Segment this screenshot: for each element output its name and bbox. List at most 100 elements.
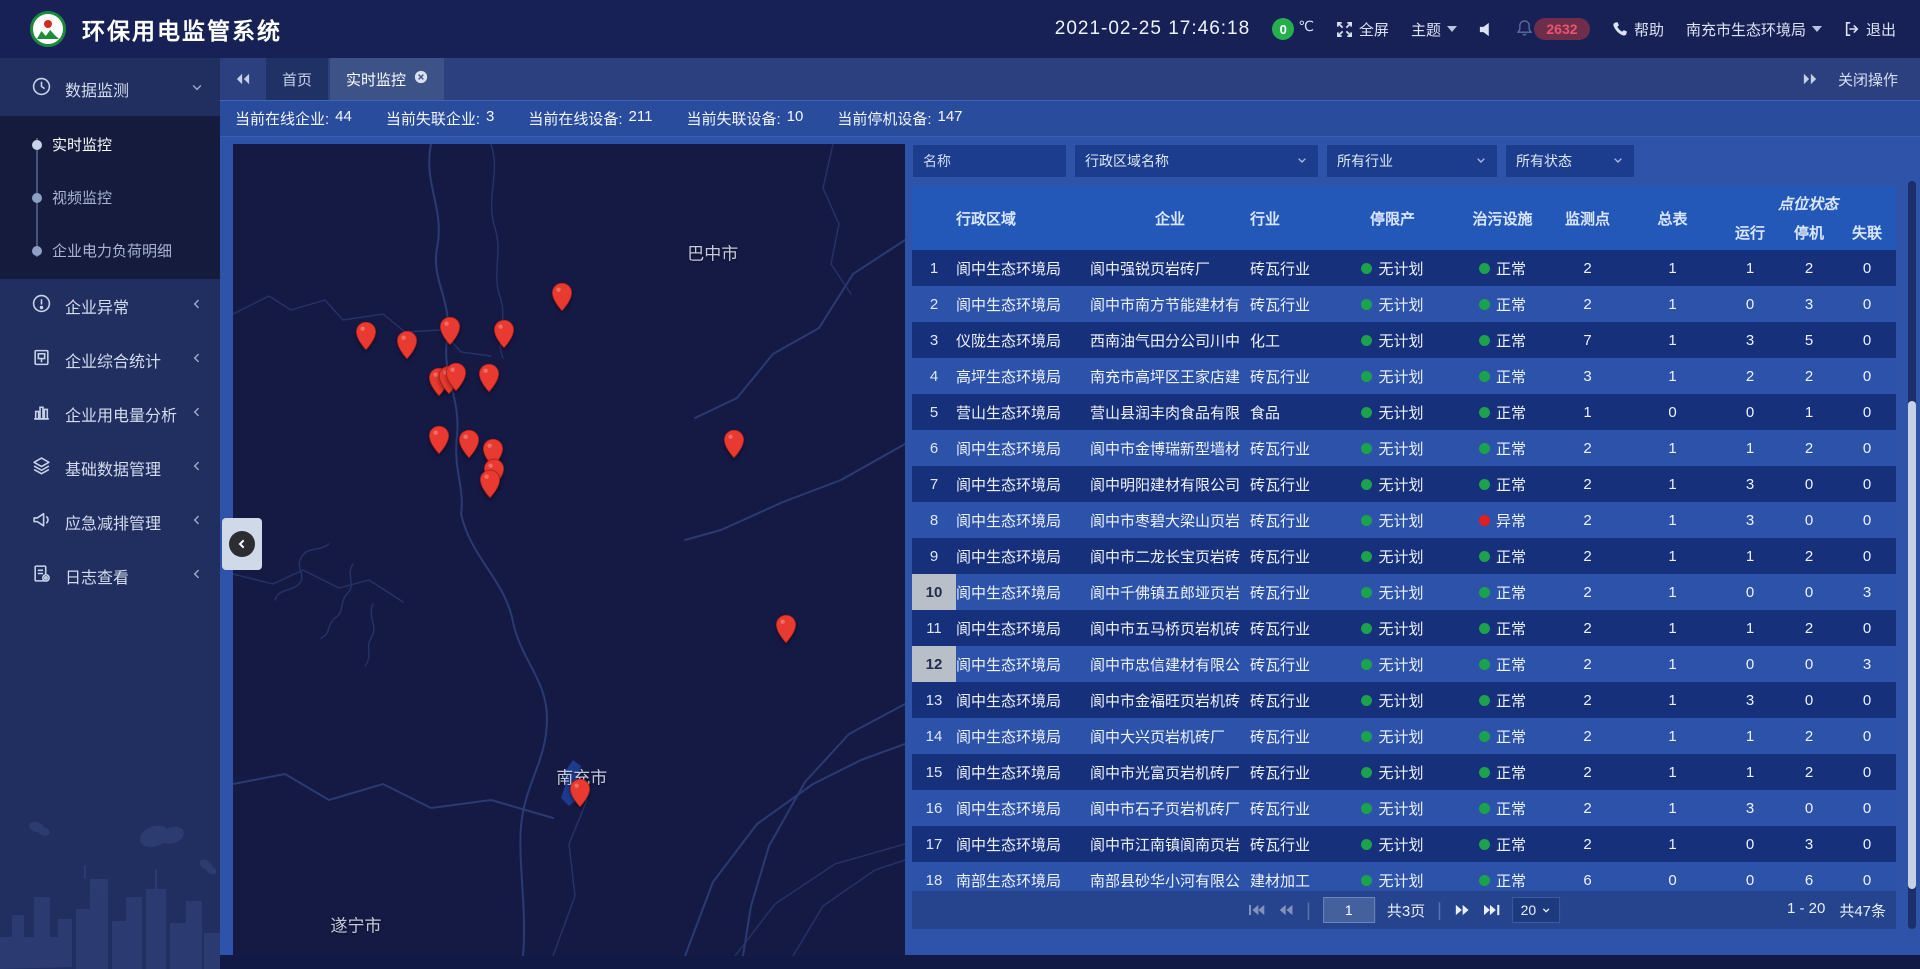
help-button[interactable]: 帮助 [1612, 19, 1664, 40]
cell-company: 阆中市江南镇阆南页岩 [1090, 834, 1250, 855]
status-dot [1479, 695, 1490, 706]
map-pin[interactable] [775, 614, 797, 649]
sound-button[interactable] [1479, 22, 1495, 37]
notification-area[interactable]: 2632 [1517, 18, 1590, 40]
previous-page-button[interactable] [1277, 903, 1294, 917]
cell-stopped: 1 [1780, 404, 1838, 421]
table-row[interactable]: 4 高坪生态环境局 南充市高坪区王家店建 砖瓦行业 无计划 正常 3 1 2 2… [912, 358, 1896, 394]
fullscreen-button[interactable]: 全屏 [1336, 19, 1389, 40]
table-row[interactable]: 16 阆中生态环境局 阆中市石子页岩机砖厂 砖瓦行业 无计划 正常 2 1 3 … [912, 790, 1896, 826]
cell-monitor-points: 2 [1550, 692, 1625, 709]
map-pin[interactable] [479, 469, 501, 504]
next-page-button[interactable] [1454, 903, 1471, 917]
name-filter-input[interactable] [923, 153, 1056, 169]
filter-row: 行政区域名称 所有行业 所有状态 [912, 144, 1896, 178]
table-row[interactable]: 17 阆中生态环境局 阆中市江南镇阆南页岩 砖瓦行业 无计划 正常 2 1 0 … [912, 826, 1896, 862]
table-row[interactable]: 1 阆中生态环境局 阆中强锐页岩砖厂 砖瓦行业 无计划 正常 2 1 1 2 0 [912, 250, 1896, 286]
region-filter-select[interactable]: 行政区域名称 [1074, 144, 1319, 178]
cell-facility-status: 正常 [1455, 618, 1550, 639]
org-menu[interactable]: 南充市生态环境局 [1686, 19, 1822, 40]
scrollbar-thumb[interactable] [1908, 401, 1916, 889]
cell-stopped: 2 [1780, 620, 1838, 637]
row-index: 1 [912, 250, 956, 286]
sidebar-item-log-view[interactable]: 日志查看 [0, 549, 220, 603]
tab-realtime-monitoring[interactable]: 实时监控 [330, 58, 444, 100]
theme-menu[interactable]: 主题 [1411, 19, 1457, 40]
tabs-scroll-right-button[interactable] [1802, 72, 1818, 86]
tabs-scroll-left-button[interactable] [220, 58, 266, 100]
page-number-input[interactable] [1323, 897, 1375, 923]
cell-stopped: 2 [1780, 368, 1838, 385]
table-row[interactable]: 7 阆中生态环境局 阆中明阳建材有限公司 砖瓦行业 无计划 正常 2 1 3 0… [912, 466, 1896, 502]
industry-filter-select[interactable]: 所有行业 [1326, 144, 1498, 178]
page-size-select[interactable]: 20 [1512, 897, 1560, 923]
map-panel[interactable]: 巴中市 南充市 遂宁市 [233, 144, 905, 956]
table-row[interactable]: 8 阆中生态环境局 阆中市枣碧大梁山页岩 砖瓦行业 无计划 异常 2 1 3 0… [912, 502, 1896, 538]
map-pin[interactable] [355, 321, 377, 356]
table-row[interactable]: 10 阆中生态环境局 阆中千佛镇五郎垭页岩 砖瓦行业 无计划 正常 2 1 0 … [912, 574, 1896, 610]
table-row[interactable]: 6 阆中生态环境局 阆中市金博瑞新型墙材 砖瓦行业 无计划 正常 2 1 1 2… [912, 430, 1896, 466]
logout-button[interactable]: 退出 [1844, 19, 1896, 40]
table-row[interactable]: 15 阆中生态环境局 阆中市光富页岩机砖厂 砖瓦行业 无计划 正常 2 1 1 … [912, 754, 1896, 790]
sidebar-submenu: 实时监控 视频监控 企业电力负荷明细 [0, 116, 220, 279]
map-collapse-handle[interactable] [222, 518, 262, 570]
record-total-label: 共47条 [1839, 900, 1886, 921]
app-logo [30, 11, 66, 47]
sidebar-item-electricity-analysis[interactable]: 企业用电量分析 [0, 387, 220, 441]
table-header: 行政区域 企业 行业 停限产 治污设施 监测点 总表 点位状态 运行 停机 失联 [912, 186, 1896, 250]
sidebar-item-company-statistics[interactable]: 企业综合统计 [0, 333, 220, 387]
table-row[interactable]: 14 阆中生态环境局 阆中大兴页岩机砖厂 砖瓦行业 无计划 正常 2 1 1 2… [912, 718, 1896, 754]
map-pin[interactable] [551, 282, 573, 317]
sidebar-item-base-data[interactable]: 基础数据管理 [0, 441, 220, 495]
row-index: 8 [912, 502, 956, 538]
sidebar-item-emergency-reduction[interactable]: 应急减排管理 [0, 495, 220, 549]
cell-stopped: 0 [1780, 512, 1838, 529]
table-scrollbar[interactable] [1908, 181, 1916, 929]
last-page-button[interactable] [1483, 903, 1500, 917]
cell-industry: 砖瓦行业 [1250, 510, 1330, 531]
cell-district: 阆中生态环境局 [956, 582, 1090, 603]
status-dot [1361, 659, 1372, 670]
row-index: 12 [912, 646, 956, 682]
sidebar-item-realtime-monitoring[interactable]: 实时监控 [0, 118, 220, 171]
column-header-production: 停限产 [1330, 186, 1455, 250]
status-filter-select[interactable]: 所有状态 [1505, 144, 1635, 178]
close-operations-button[interactable]: 关闭操作 [1838, 69, 1898, 90]
map-pin[interactable] [396, 330, 418, 365]
map-pin[interactable] [569, 778, 591, 813]
map-pin[interactable] [458, 429, 480, 464]
map-pin[interactable] [723, 429, 745, 464]
table-row[interactable]: 11 阆中生态环境局 阆中市五马桥页岩机砖 砖瓦行业 无计划 正常 2 1 1 … [912, 610, 1896, 646]
table-row[interactable]: 18 南部生态环境局 南部县砂华小河有限公 建材加工 无计划 正常 6 0 0 … [912, 862, 1896, 891]
cell-stopped: 5 [1780, 332, 1838, 349]
row-index: 7 [912, 466, 956, 502]
cell-running: 0 [1720, 296, 1780, 313]
cell-district: 阆中生态环境局 [956, 654, 1090, 675]
sidebar-item-data-monitoring[interactable]: 数据监测 [0, 62, 220, 116]
cell-production-status: 无计划 [1330, 366, 1455, 387]
cell-district: 阆中生态环境局 [956, 294, 1090, 315]
table-row[interactable]: 3 仪陇生态环境局 西南油气田分公司川中 化工 无计划 正常 7 1 3 5 0 [912, 322, 1896, 358]
cell-industry: 化工 [1250, 330, 1330, 351]
cell-facility-status: 正常 [1455, 762, 1550, 783]
sidebar-item-video-monitoring[interactable]: 视频监控 [0, 171, 220, 224]
map-pin[interactable] [445, 362, 467, 397]
notification-badge[interactable]: 2632 [1534, 18, 1590, 40]
tab-home[interactable]: 首页 [266, 58, 328, 100]
first-page-button[interactable] [1248, 903, 1265, 917]
table-row[interactable]: 9 阆中生态环境局 阆中市二龙长宝页岩砖 砖瓦行业 无计划 正常 2 1 1 2… [912, 538, 1896, 574]
sidebar-item-company-abnormal[interactable]: 企业异常 [0, 279, 220, 333]
stat-label: 当前停机设备: [837, 108, 931, 129]
close-icon[interactable] [414, 70, 428, 88]
table-row[interactable]: 13 阆中生态环境局 阆中市金福旺页岩机砖 砖瓦行业 无计划 正常 2 1 3 … [912, 682, 1896, 718]
sidebar-item-power-load-detail[interactable]: 企业电力负荷明细 [0, 224, 220, 277]
table-row[interactable]: 5 营山生态环境局 营山县润丰肉食品有限 食品 无计划 正常 1 0 0 1 0 [912, 394, 1896, 430]
map-pin[interactable] [428, 425, 450, 460]
map-pin[interactable] [478, 363, 500, 398]
name-filter[interactable] [912, 144, 1067, 178]
map-pin[interactable] [493, 319, 515, 354]
table-row[interactable]: 2 阆中生态环境局 阆中市南方节能建材有 砖瓦行业 无计划 正常 2 1 0 3… [912, 286, 1896, 322]
cell-running: 3 [1720, 332, 1780, 349]
table-row[interactable]: 12 阆中生态环境局 阆中市忠信建材有限公 砖瓦行业 无计划 正常 2 1 0 … [912, 646, 1896, 682]
map-pin[interactable] [439, 316, 461, 351]
